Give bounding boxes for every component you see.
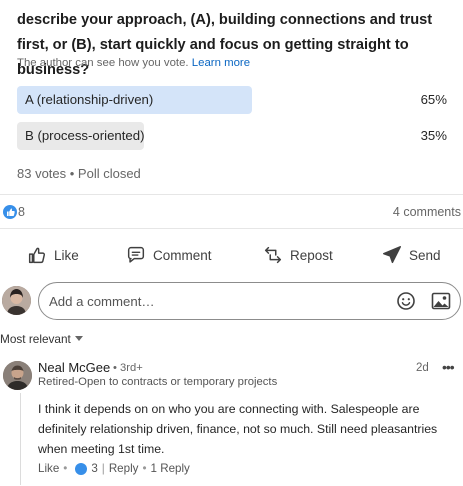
caret-down-icon [74, 336, 83, 341]
comment-actions: Like • 3 | Reply • 1 Reply [38, 462, 190, 475]
send-button-label: Send [409, 247, 441, 263]
divider [0, 194, 463, 195]
repost-button[interactable]: Repost [262, 240, 333, 270]
like-reaction-icon[interactable] [3, 205, 17, 219]
commenter-name[interactable]: Neal McGee [38, 360, 110, 375]
connection-degree: • 3rd+ [113, 362, 143, 374]
comment-input-placeholder: Add a comment… [49, 294, 155, 309]
comment-reply-button[interactable]: Reply [109, 462, 139, 475]
thread-line [20, 393, 21, 485]
poll-privacy-note: The author can see how you vote. Learn m… [17, 57, 250, 69]
poll-option-a-percent: 65% [420, 92, 447, 107]
like-reaction-icon[interactable] [75, 462, 88, 475]
image-icon[interactable] [431, 292, 451, 315]
learn-more-link[interactable]: Learn more [192, 57, 250, 69]
separator-dot: • [142, 462, 147, 475]
comment-timestamp: 2d [416, 362, 429, 374]
separator-dot: • [63, 462, 68, 475]
comment-bubble-icon [127, 246, 145, 263]
poll-option-b: B (process-oriented) 35% [17, 122, 447, 150]
comment-button[interactable]: Comment [125, 240, 212, 270]
post-actions: Like Comment Repost Send [0, 240, 463, 270]
separator-bar: | [101, 462, 105, 475]
post-card: describe your approach, (A), building co… [0, 0, 463, 486]
reaction-count[interactable]: 8 [18, 205, 25, 219]
like-button-label: Like [54, 247, 79, 263]
poll-option-a: A (relationship-driven) 65% [17, 86, 447, 114]
social-counts: 8 4 comments [0, 203, 463, 223]
poll-option-b-label: B (process-oriented) [25, 128, 145, 143]
comment-like-count[interactable]: 3 [91, 462, 97, 475]
comments-count-link[interactable]: 4 comments [393, 205, 461, 219]
comment-input[interactable]: Add a comment… [38, 282, 461, 320]
send-icon [383, 246, 401, 264]
emoji-icon[interactable] [396, 291, 416, 316]
divider [0, 228, 463, 229]
like-button[interactable]: Like [26, 240, 79, 270]
repost-icon [264, 246, 282, 264]
comment-button-label: Comment [153, 247, 212, 263]
send-button[interactable]: Send [381, 240, 441, 270]
poll-option-a-label: A (relationship-driven) [25, 92, 154, 107]
poll-privacy-text: The author can see how you vote. [17, 57, 189, 69]
view-replies-link[interactable]: 1 Reply [151, 462, 190, 475]
sort-comments-dropdown[interactable]: Most relevant [0, 332, 83, 346]
thumbs-up-icon [28, 247, 46, 264]
poll-option-b-percent: 35% [420, 128, 447, 143]
poll-votes-status: 83 votes • Poll closed [17, 166, 141, 181]
poll-question: describe your approach, (A), building co… [17, 12, 433, 78]
commenter-avatar[interactable] [3, 361, 32, 390]
repost-button-label: Repost [290, 247, 333, 263]
comment-text: I think it depends on on who you are con… [38, 402, 438, 456]
current-user-avatar[interactable] [2, 286, 31, 315]
comment-like-button[interactable]: Like [38, 462, 59, 475]
sort-label: Most relevant [0, 332, 71, 346]
more-options-icon[interactable]: ••• [442, 359, 455, 375]
commenter-headline: Retired-Open to contracts or temporary p… [38, 376, 278, 388]
